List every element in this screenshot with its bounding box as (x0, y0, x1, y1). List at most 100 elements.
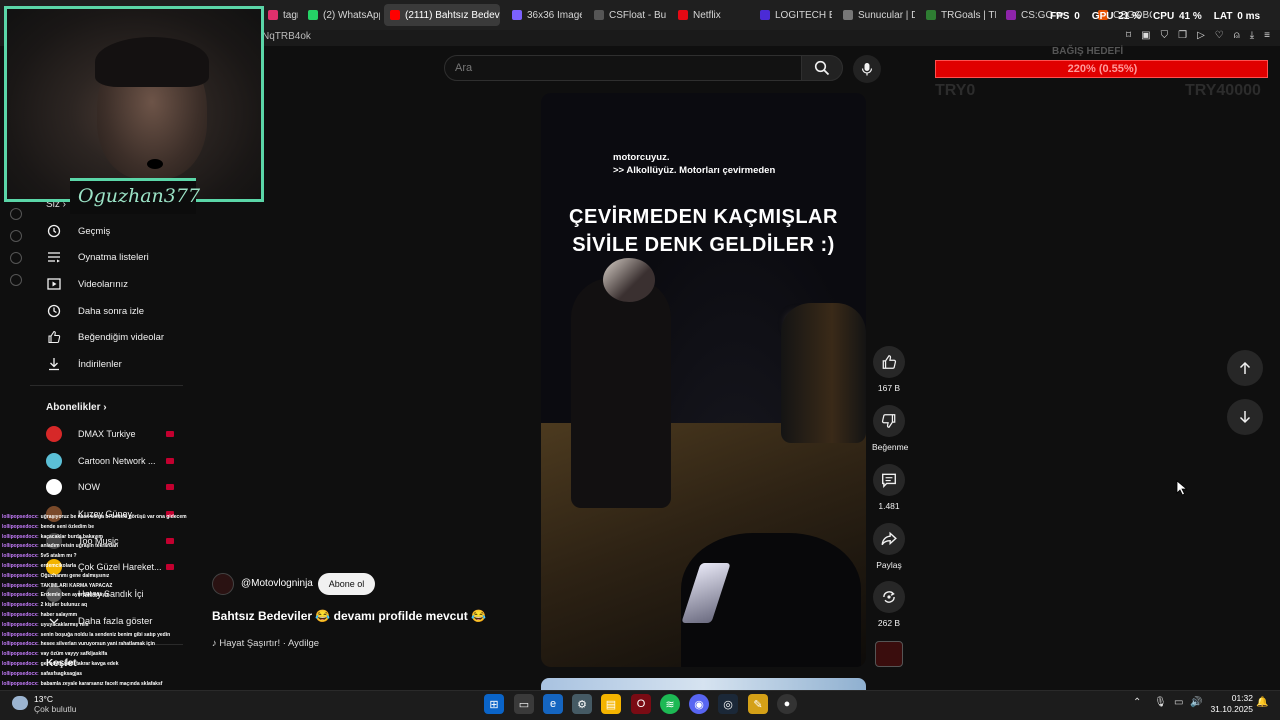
browser-tab[interactable]: CSFloat - Buy (588, 4, 666, 26)
video-scene-rider (781, 303, 866, 443)
tab-label: tagram (283, 9, 298, 21)
subscription-item[interactable]: DMAX Turkiye (46, 424, 186, 444)
copy-icon[interactable]: ❐ (1178, 30, 1187, 41)
chat-message: lollipopsedocx: senin boşuğa noldu la sen… (2, 631, 202, 641)
subscription-label: DMAX Turkiye (78, 429, 136, 439)
comment-icon (882, 473, 896, 488)
taskbar-clock[interactable]: 01:32 31.10.2025 (1205, 693, 1253, 715)
subscription-item[interactable]: Cartoon Network ... (46, 451, 186, 471)
goal-percent: 220% (0.55%) (1067, 63, 1138, 75)
channel-avatar (46, 426, 62, 442)
browser-tab[interactable]: Netflix (672, 4, 748, 26)
chat-text: 5v5 atalım mı ? (40, 553, 77, 560)
browser-tab[interactable]: (2111) Bahtsız Bedev (384, 4, 500, 26)
dislike-button[interactable]: Beğenme (872, 405, 908, 452)
mouse-cursor-icon (1176, 480, 1188, 496)
video-caption-big: ÇEVİRMEDEN KAÇMIŞLAR SİVİLE DENK GELDİLE… (569, 206, 838, 256)
search-button[interactable] (801, 55, 843, 81)
subscriptions-header[interactable]: Abonelikler › (46, 402, 107, 413)
menu-icon[interactable]: ≡ (1264, 30, 1270, 41)
share-button[interactable]: Paylaş (872, 523, 906, 570)
channel-avatar (46, 453, 62, 469)
rail-history-icon[interactable] (10, 230, 22, 242)
heart-icon[interactable]: ♡ (1215, 30, 1224, 41)
goal-max: TRY40000 (1185, 82, 1261, 99)
sidebar-item-watch-later[interactable]: Daha sonra izle (46, 301, 144, 321)
address-bar-text[interactable]: NqTRB4ok (262, 31, 311, 42)
weather-cloud-icon[interactable] (12, 696, 28, 710)
tab-favicon-icon (1006, 10, 1016, 20)
sidebar-item-downloads[interactable]: İndirilenler (46, 354, 122, 374)
chat-text: kaçacaklar burda bakayım (40, 533, 103, 540)
edge-browser-icon[interactable]: e (543, 694, 563, 714)
browser-tab[interactable]: TRGoals | TR (920, 4, 996, 26)
chat-username: lollipopsedocx: (2, 523, 39, 530)
weather-temperature[interactable]: 13°C (34, 694, 53, 704)
video-title[interactable]: Bahtsız Bedeviler 😂 devamı profilde mevc… (212, 609, 486, 623)
discord-icon[interactable]: ◉ (689, 694, 709, 714)
next-short-preview[interactable] (541, 678, 866, 690)
start-menu-icon[interactable]: ⊞ (484, 694, 504, 714)
profile-icon[interactable]: ⍝ (1234, 30, 1240, 41)
rail-settings-icon[interactable] (10, 274, 22, 286)
music-info[interactable]: ♪ Hayat Şaşırtır! · Aydilge (212, 638, 319, 649)
chat-message: lollipopsedocx: 2 kişiler bulunuz aq (2, 601, 202, 611)
chat-text: Erdemle ben aynı takımdayız (40, 592, 110, 599)
spotify-icon[interactable]: ≋ (660, 694, 680, 714)
rail-play-icon[interactable] (10, 208, 22, 220)
next-short-button[interactable] (1227, 399, 1263, 435)
webcam-hair (95, 37, 209, 87)
tab-icon[interactable]: ▣ (1141, 30, 1150, 41)
weather-condition[interactable]: Çok bulutlu (34, 704, 77, 714)
video-caption-small: motorcuyuz. >> Alkollüyüz. Motorları çev… (613, 152, 776, 176)
sidebar-item-liked-videos[interactable]: Beğendiğim videolar (46, 327, 164, 347)
subscription-label: NOW (78, 482, 100, 492)
audio-thumbnail[interactable] (875, 641, 903, 667)
donation-goal-bar: 220% (0.55%) (935, 60, 1268, 78)
download-icon[interactable]: ⤓ (1250, 30, 1254, 41)
tray-expand-icon[interactable]: ⌃ (1133, 697, 1141, 708)
chat-username: lollipopsedocx: (2, 680, 39, 687)
tray-mic-icon[interactable]: 🎙 (1154, 697, 1167, 708)
chat-text: uyuyacaklarmış reis (40, 621, 89, 628)
editor-icon[interactable]: ✎ (748, 694, 768, 714)
steam-icon[interactable]: ◎ (718, 694, 738, 714)
subscribe-button[interactable]: Abone ol (318, 573, 375, 595)
remix-button[interactable]: 262 B (872, 581, 906, 628)
chat-text: senin boşuğa noldu la sendeniz benim gib… (40, 631, 171, 638)
sidebar-item-playlists[interactable]: Oynatma listeleri (46, 247, 149, 267)
sidebar-item-your-videos[interactable]: Videolarınız (46, 274, 128, 294)
sidebar-item-history[interactable]: Geçmiş (46, 221, 110, 241)
opera-gx-icon[interactable]: O (631, 694, 651, 714)
subscription-item[interactable]: NOW (46, 477, 186, 497)
channel-name[interactable]: @Motovlogninja (241, 578, 313, 589)
chat-message: lollipopsedocx: safasfsagksagjas (2, 670, 202, 680)
play-icon[interactable]: ▷ (1197, 30, 1205, 41)
voice-search-button[interactable] (853, 55, 881, 83)
channel-avatar[interactable] (212, 573, 234, 595)
bookmark-icon[interactable]: ⌑ (1126, 30, 1131, 41)
chat-text: haber salaymm (40, 611, 78, 618)
previous-short-button[interactable] (1227, 350, 1263, 386)
settings-gear-icon[interactable]: ⚙ (572, 694, 592, 714)
like-button[interactable]: 167 B (872, 346, 906, 393)
browser-tab[interactable]: tagram (262, 4, 298, 26)
comments-button[interactable]: 1.481 (872, 464, 906, 511)
short-video-player[interactable]: motorcuyuz. >> Alkollüyüz. Motorları çev… (541, 93, 866, 667)
browser-tab[interactable]: (2) WhatsApp (302, 4, 380, 26)
tray-notification-icon[interactable]: 🔔 (1256, 697, 1268, 708)
chat-username: lollipopsedocx: (2, 641, 39, 648)
browser-tab[interactable]: Sunucular | D (837, 4, 915, 26)
rail-cloud-icon[interactable] (10, 252, 22, 264)
search-input[interactable]: Ara (444, 55, 802, 81)
sidebar-item-label: Daha sonra izle (78, 305, 145, 317)
browser-tab[interactable]: 36x36 Image (506, 4, 582, 26)
tray-network-icon[interactable]: ▭ (1174, 697, 1183, 708)
shield-icon[interactable]: ⛉ (1161, 30, 1169, 41)
file-explorer-icon[interactable]: ▤ (601, 694, 621, 714)
browser-tab[interactable]: LOGITECH Bl (754, 4, 832, 26)
obs-icon[interactable]: ● (777, 694, 797, 714)
task-view-icon[interactable]: ▭ (514, 694, 534, 714)
arrow-down-icon (1239, 411, 1251, 424)
tray-volume-icon[interactable]: 🔊 (1190, 697, 1202, 708)
